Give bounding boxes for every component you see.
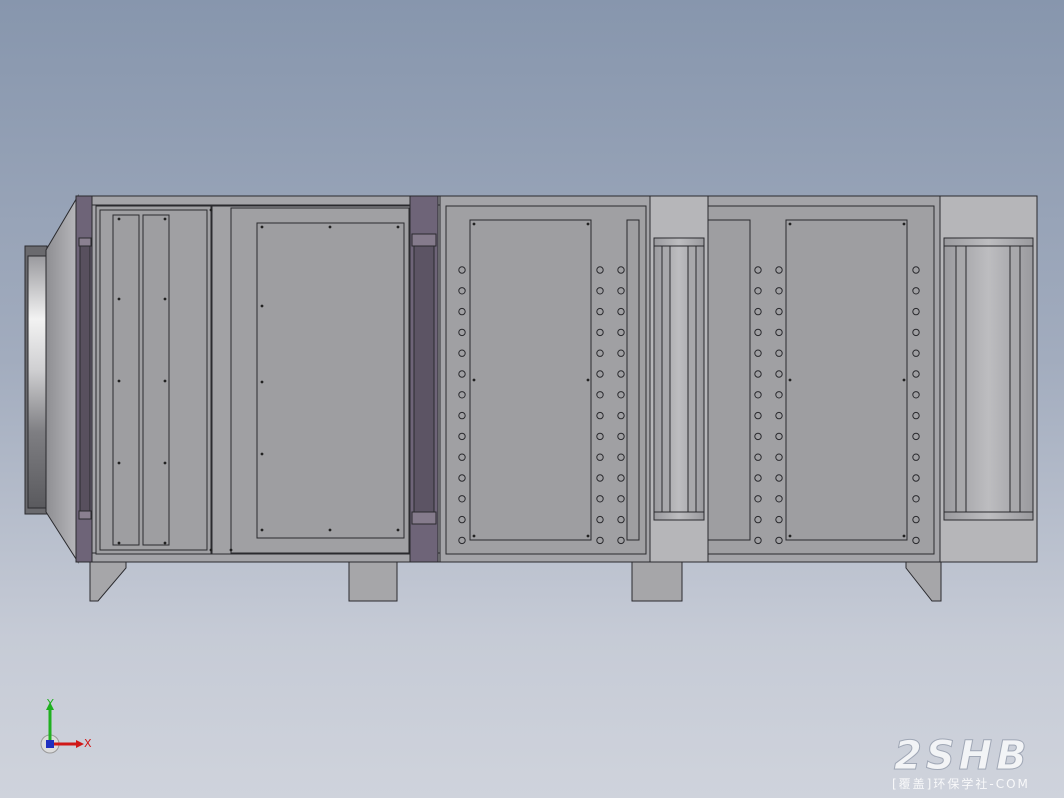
bolt-dot xyxy=(396,225,400,229)
bolt-dot xyxy=(260,225,264,229)
bolt-dot xyxy=(902,534,906,538)
section-access-door xyxy=(211,205,411,555)
bolt-dot xyxy=(586,222,590,226)
bolt-dot xyxy=(163,541,167,545)
bolt-dot xyxy=(163,461,167,465)
bolt-dot xyxy=(396,528,400,532)
bolt-dot xyxy=(788,222,792,226)
bolt-dot xyxy=(472,378,476,382)
bolt-dot xyxy=(788,534,792,538)
inner-panel xyxy=(469,219,592,541)
x-axis-head xyxy=(76,740,84,748)
divider-frame-1 xyxy=(409,195,439,563)
y-axis-label: Y xyxy=(47,697,54,710)
bolt-dot xyxy=(117,541,121,545)
bolt-dot xyxy=(117,297,121,301)
bolt-dot xyxy=(472,222,476,226)
transition-cone xyxy=(45,194,79,564)
watermark: 2SHB [覆盖]环保学社-COM xyxy=(888,736,1064,798)
inner-panel xyxy=(785,219,908,541)
bolt-dot xyxy=(902,222,906,226)
filter-module-1 xyxy=(649,195,709,563)
section-perforated-2 xyxy=(707,195,941,563)
inlet-duct xyxy=(24,194,79,564)
bolt-dot xyxy=(209,548,213,552)
bolt-dot xyxy=(229,548,233,552)
support-legs xyxy=(89,561,942,602)
cad-model-view xyxy=(24,194,1038,602)
bolt-dot xyxy=(260,452,264,456)
section-perforated-1 xyxy=(439,195,651,563)
bolt-dot xyxy=(260,304,264,308)
bolt-dot xyxy=(328,225,332,229)
filter-strip xyxy=(112,214,140,546)
leg-left xyxy=(89,561,127,602)
watermark-site: [覆盖]环保学社-COM xyxy=(892,777,1030,791)
leg-center-right xyxy=(631,561,683,602)
bolt-dot xyxy=(788,378,792,382)
bolt-dot xyxy=(586,378,590,382)
watermark-logo: 2SHB xyxy=(894,733,1031,779)
bolt-dot xyxy=(163,297,167,301)
x-axis-label: X xyxy=(84,737,92,750)
bolt-dot xyxy=(586,534,590,538)
bolt-dot xyxy=(472,534,476,538)
bolt-dot xyxy=(328,528,332,532)
bolt-dot xyxy=(117,461,121,465)
side-rail xyxy=(626,219,640,541)
bolt-dot xyxy=(260,380,264,384)
bolt-dot xyxy=(163,217,167,221)
coordinate-triad: Y X xyxy=(38,697,98,760)
bolt-dot xyxy=(260,528,264,532)
bolt-dot xyxy=(163,379,167,383)
bolt-dot xyxy=(117,379,121,383)
side-rail xyxy=(707,219,751,541)
section-prefilter xyxy=(75,195,212,563)
leg-center-left xyxy=(348,561,398,602)
bolt-dot xyxy=(117,217,121,221)
bolt-dot xyxy=(902,378,906,382)
z-axis-marker xyxy=(46,740,54,748)
leg-right xyxy=(905,561,942,602)
door-panel xyxy=(256,222,405,539)
filter-module-2 xyxy=(939,195,1038,563)
bolt-dot xyxy=(209,208,213,212)
